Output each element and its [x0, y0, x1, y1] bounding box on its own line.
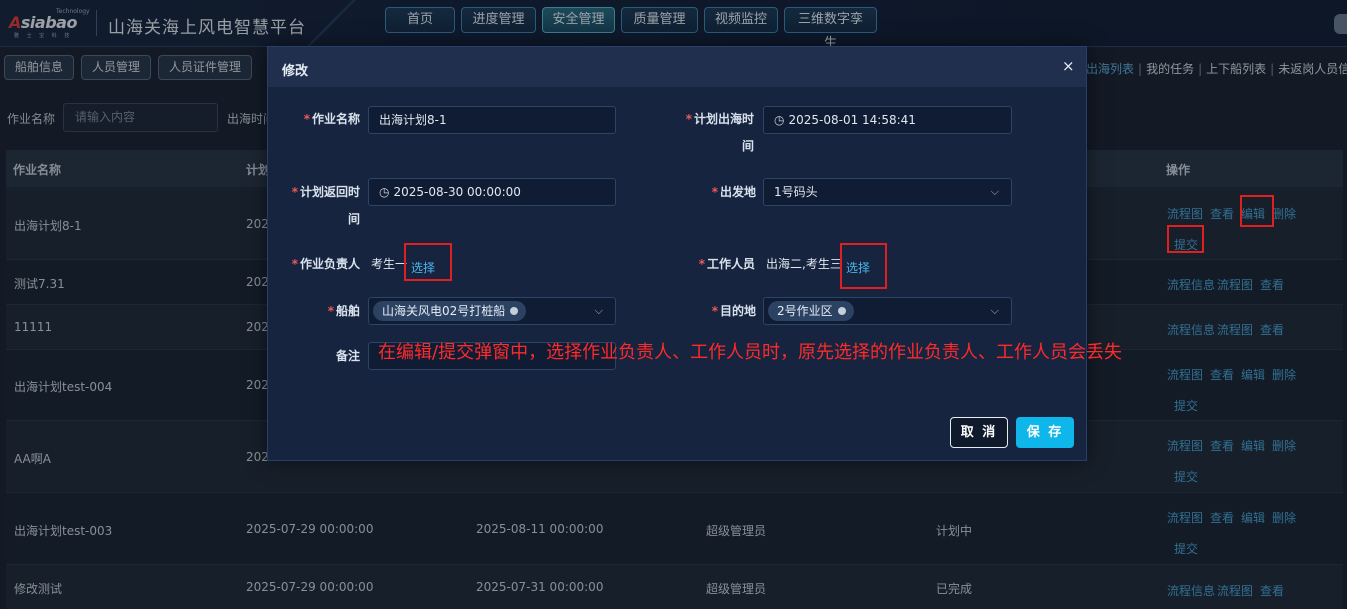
annotation-box-edit: [1240, 195, 1274, 227]
modal-header: 修改 ×: [268, 47, 1086, 87]
leader-value: 考生一: [371, 257, 408, 271]
dest-tag-text: 2号作业区: [777, 304, 833, 318]
ship-label-text: 船舶: [335, 304, 360, 318]
annotation-box-workers-select: [840, 243, 887, 289]
annotation-box-submit: [1167, 225, 1204, 253]
dest-select[interactable]: 2号作业区 ⌵: [763, 297, 1012, 325]
bug-annotation-text: 在编辑/提交弹窗中，选择作业负责人、工作人员时，原先选择的作业负责人、工作人员会…: [378, 342, 1123, 363]
ship-select[interactable]: 山海关风电02号打桩船 ⌵: [368, 297, 616, 325]
save-button[interactable]: 保 存: [1016, 417, 1074, 448]
plan-return-label-text: 计划返回时间: [299, 185, 360, 226]
clock-icon: ◷: [774, 113, 785, 127]
leader-label: * 作业负责人: [291, 257, 360, 271]
plan-out-datetime[interactable]: ◷ 2025-08-01 14:58:41: [763, 106, 1012, 134]
plan-out-value: 2025-08-01 14:58:41: [788, 113, 916, 127]
plan-out-label-text: 计划出海时间: [693, 112, 754, 153]
workers-label-text: 工作人员: [706, 257, 755, 271]
cancel-button[interactable]: 取 消: [950, 417, 1008, 448]
job-name-label-text: 作业名称: [311, 112, 360, 126]
plan-out-label: * 计划出海时间: [685, 112, 754, 153]
tag-close-icon[interactable]: [510, 307, 519, 315]
clock-icon: ◷: [379, 185, 390, 199]
remark-label: 备注: [335, 349, 360, 363]
dest-tag: 2号作业区: [768, 301, 854, 321]
edit-modal: 修改 × * 作业名称 出海计划8-1 * 计划出海时间 ◷ 2025-08-01 1…: [267, 46, 1087, 461]
plan-return-datetime[interactable]: ◷ 2025-08-30 00:00:00: [368, 178, 616, 206]
job-name-input[interactable]: 出海计划8-1: [368, 106, 616, 134]
tag-close-icon[interactable]: [837, 307, 846, 315]
depart-label-text: 出发地: [719, 185, 756, 199]
plan-return-value: 2025-08-30 00:00:00: [393, 185, 521, 199]
ship-label: * 船舶: [327, 304, 360, 318]
dest-label: * 目的地: [711, 304, 756, 318]
plan-return-label: * 计划返回时间: [291, 185, 360, 226]
job-name-label: * 作业名称: [303, 112, 360, 126]
chevron-down-icon: ⌵: [594, 304, 603, 317]
modal-title: 修改: [282, 64, 309, 79]
workers-label: * 工作人员: [698, 257, 755, 271]
chevron-down-icon: ⌵: [990, 304, 999, 317]
dest-label-text: 目的地: [719, 304, 756, 318]
depart-select[interactable]: 1号码头 ⌵: [763, 178, 1012, 206]
workers-value: 出海二,考生三: [766, 257, 842, 271]
chevron-down-icon: ⌵: [990, 185, 999, 198]
depart-label: * 出发地: [711, 185, 756, 199]
leader-label-text: 作业负责人: [299, 257, 360, 271]
depart-value: 1号码头: [774, 185, 818, 199]
ship-tag-text: 山海关风电02号打桩船: [382, 304, 506, 318]
annotation-box-leader-select: [404, 243, 452, 281]
close-icon[interactable]: ×: [1062, 57, 1075, 75]
ship-tag: 山海关风电02号打桩船: [373, 301, 527, 321]
